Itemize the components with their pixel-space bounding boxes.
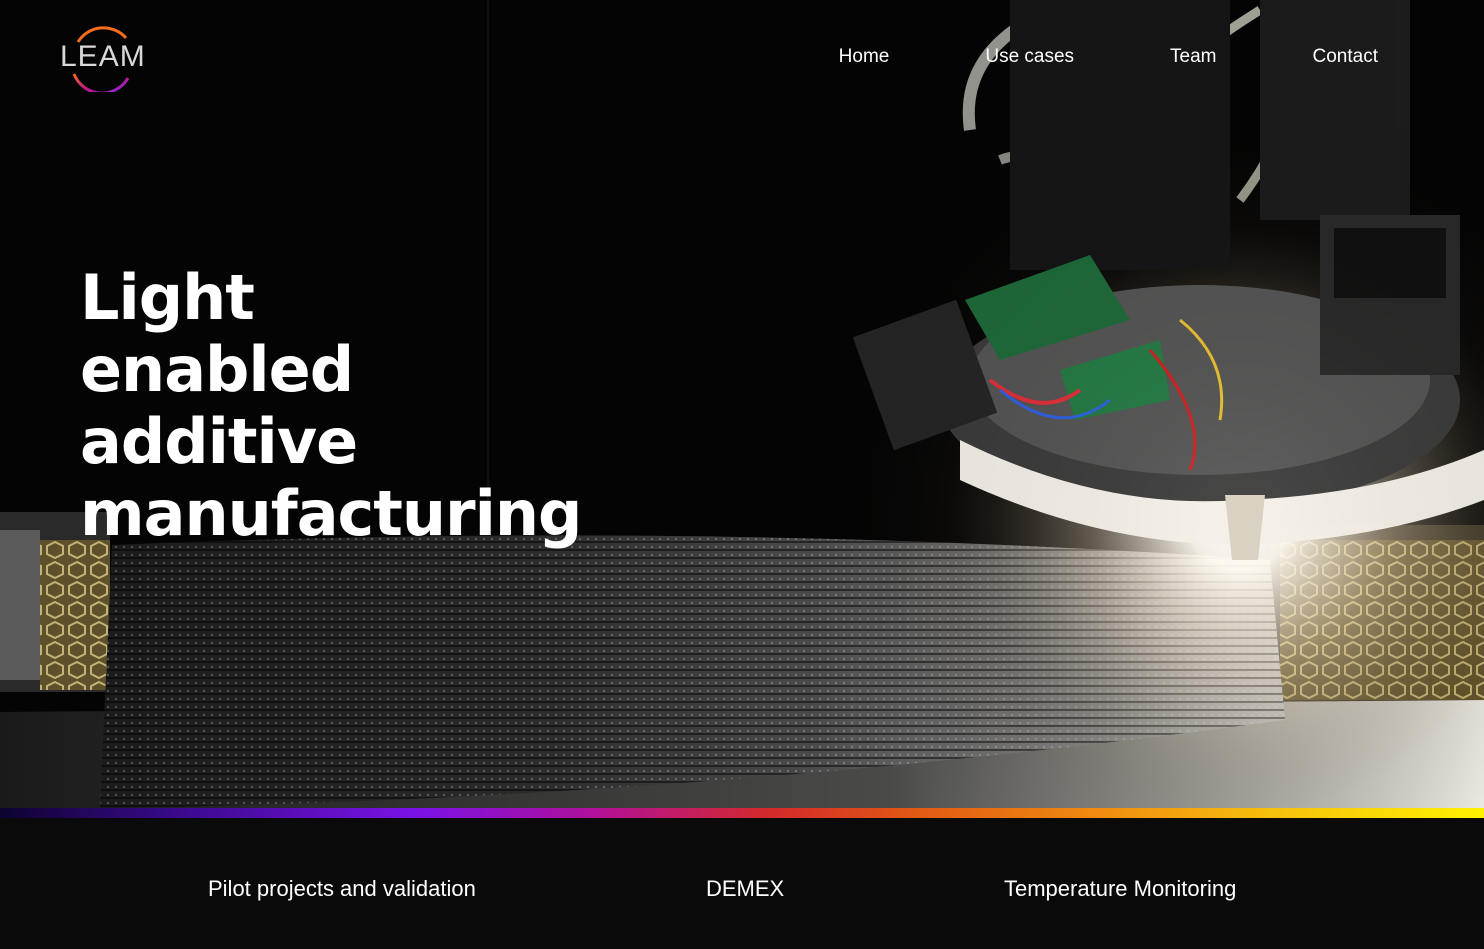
logo-text: LEAM [60, 40, 146, 73]
nav-home[interactable]: Home [839, 46, 890, 68]
headline-line: additive [80, 405, 358, 478]
headline-line: enabled [80, 333, 354, 406]
link-pilot-projects[interactable]: Pilot projects and validation [208, 876, 476, 902]
main-nav: Home Use cases Team Contact [839, 46, 1378, 68]
section-links: Pilot projects and validation DEMEX Temp… [0, 818, 1484, 949]
link-temperature-monitoring[interactable]: Temperature Monitoring [1004, 876, 1236, 902]
nav-team[interactable]: Team [1170, 46, 1216, 68]
hero-headline: Light enabled additive manufacturing [80, 261, 582, 550]
headline-line: Light [80, 261, 255, 334]
leam-logo[interactable]: LEAM [56, 24, 146, 92]
nav-use-cases[interactable]: Use cases [985, 46, 1074, 68]
headline-line: manufacturing [80, 477, 582, 550]
nav-contact[interactable]: Contact [1313, 46, 1378, 68]
hero-section: LEAM Home Use cases Team Contact Light e… [0, 0, 1484, 808]
page: LEAM Home Use cases Team Contact Light e… [0, 0, 1484, 949]
accent-gradient-bar [0, 808, 1484, 818]
link-demex[interactable]: DEMEX [706, 876, 784, 902]
